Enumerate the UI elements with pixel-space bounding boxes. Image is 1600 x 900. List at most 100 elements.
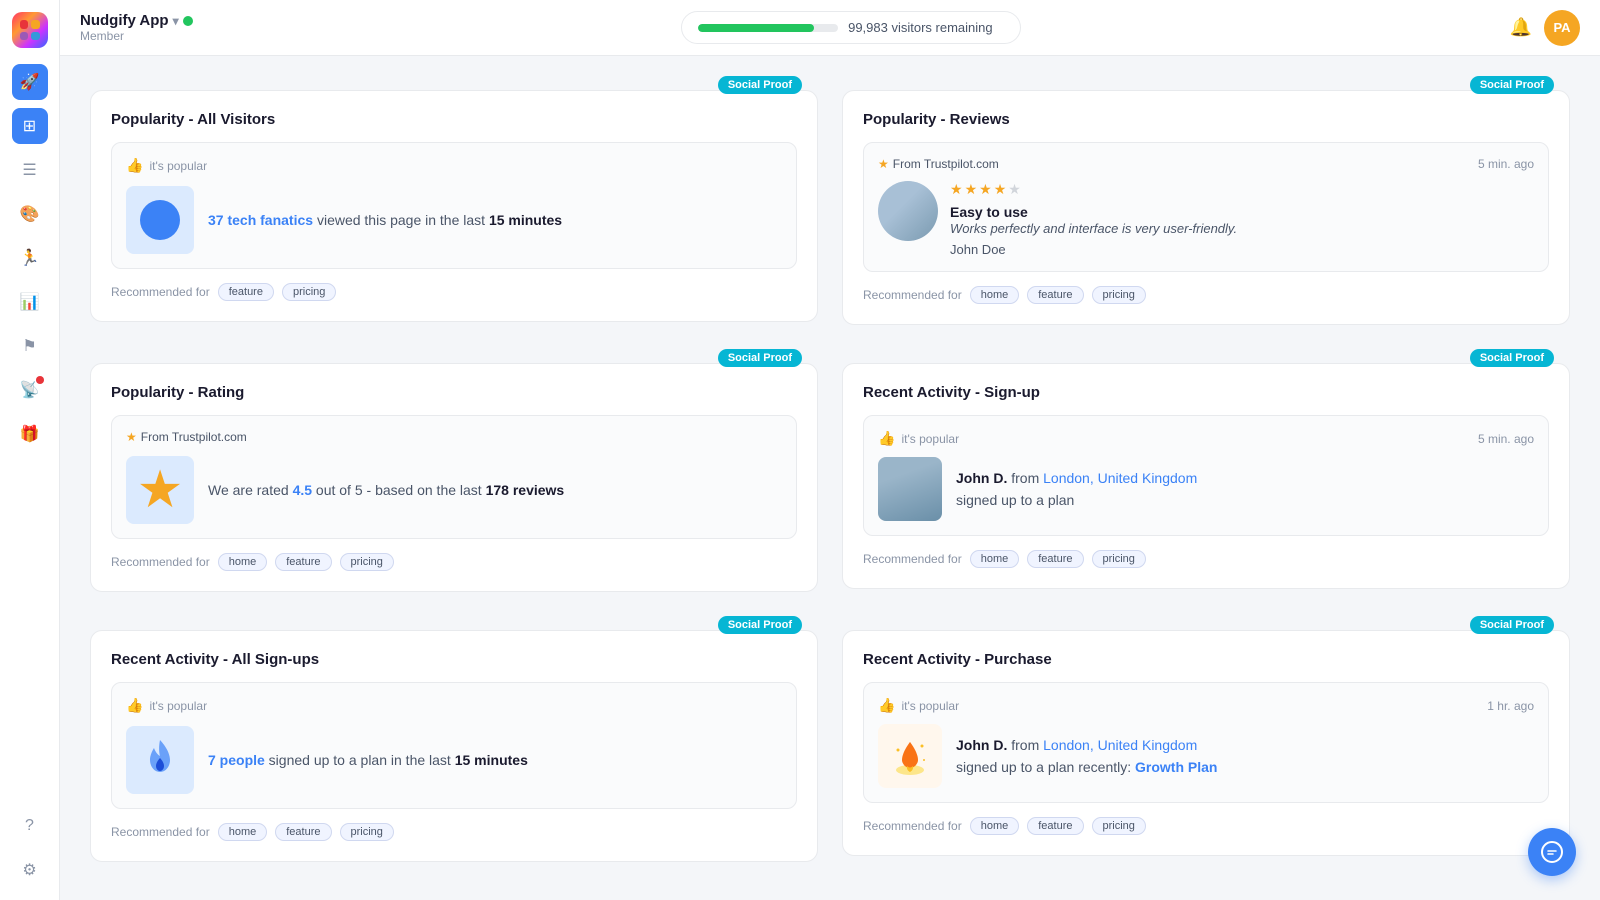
card-wrapper-recent-activity-signup: Social Proof Recent Activity - Sign-up 👍… [842, 349, 1570, 592]
tag-home-3[interactable]: home [218, 553, 268, 571]
rating-reviews-count: 178 reviews [486, 482, 565, 498]
chat-fab[interactable] [1528, 828, 1576, 876]
sidebar-item-help[interactable]: ? [12, 808, 48, 844]
avatar[interactable]: PA [1544, 10, 1580, 46]
tag-pricing-4[interactable]: pricing [1092, 550, 1146, 568]
popular-label-6: it's popular [901, 699, 959, 713]
recommended-label-2: Recommended for [863, 288, 962, 302]
trustpilot-text: From Trustpilot.com [893, 157, 999, 171]
tag-feature-4[interactable]: feature [1027, 550, 1083, 568]
sidebar-item-chart[interactable]: 📊 [12, 284, 48, 320]
action-6: signed up to a plan recently: [956, 759, 1135, 775]
card-preview-1: 👍 it's popular 37 tech fanat [111, 142, 797, 269]
visitor-progress-fill [698, 24, 814, 32]
rating-highlight: 4.5 [293, 482, 312, 498]
app-name-text: Nudgify App [80, 12, 169, 29]
review-body: ★ ★ ★ ★ ★ Easy to use Works perfectly an… [878, 181, 1534, 257]
card-title-3: Popularity - Rating [111, 384, 797, 401]
sidebar-item-broadcast[interactable]: 📡 [12, 372, 48, 408]
sidebar-item-widget[interactable]: ⊞ [12, 108, 48, 144]
activity-popular-row-6: 👍 it's popular [878, 697, 959, 714]
tag-pricing-1[interactable]: pricing [282, 283, 336, 301]
star-3: ★ [979, 181, 992, 198]
cards-grid: Social Proof Popularity - All Visitors 👍… [90, 76, 1570, 862]
app-name-row: Nudgify App ▾ [80, 12, 193, 29]
recommended-label-6: Recommended for [863, 819, 962, 833]
star-5: ★ [1008, 181, 1021, 198]
preview-header-1: 👍 it's popular [126, 157, 782, 174]
app-title-col: Nudgify App ▾ Member [80, 12, 193, 43]
reviewer-name: John Doe [950, 242, 1237, 257]
sidebar-item-settings[interactable]: ⚙ [12, 852, 48, 888]
sidebar-item-palette[interactable]: 🎨 [12, 196, 48, 232]
sidebar-item-rocket[interactable]: 🚀 [12, 64, 48, 100]
trustpilot-label: ★ From Trustpilot.com [878, 157, 999, 171]
thumbs-up-icon-6: 👍 [878, 697, 895, 714]
activity-popular-row: 👍 it's popular [878, 430, 959, 447]
tag-home-5[interactable]: home [218, 823, 268, 841]
person-avatar-image-4 [878, 457, 942, 521]
tag-home-4[interactable]: home [970, 550, 1020, 568]
activity-header-4: 👍 it's popular 5 min. ago [878, 430, 1534, 447]
tag-home-6[interactable]: home [970, 817, 1020, 835]
reviewer-avatar-image [878, 181, 938, 241]
preview-body-3: ★ We are rated 4.5 out of 5 - based on t… [126, 456, 782, 524]
tag-pricing-3[interactable]: pricing [340, 553, 394, 571]
card-title-5: Recent Activity - All Sign-ups [111, 651, 797, 668]
action-4: signed up to a plan [956, 492, 1074, 508]
tag-pricing-6[interactable]: pricing [1092, 817, 1146, 835]
preview-image-1 [126, 186, 194, 254]
tag-pricing-2[interactable]: pricing [1092, 286, 1146, 304]
card-popularity-all-visitors: Popularity - All Visitors 👍 it's popular [90, 90, 818, 322]
sidebar-item-flag[interactable]: ⚑ [12, 328, 48, 364]
visitor-bar-wrapper: 99,983 visitors remaining [681, 11, 1021, 44]
bell-icon[interactable]: 🔔 [1510, 17, 1532, 38]
tag-feature-1[interactable]: feature [218, 283, 274, 301]
card-purchase: Recent Activity - Purchase 👍 it's popula… [842, 630, 1570, 856]
stars-row: ★ ★ ★ ★ ★ [950, 181, 1237, 198]
visitors-text2: viewed this page in the last [313, 212, 489, 228]
card-wrapper-purchase: Social Proof Recent Activity - Purchase … [842, 616, 1570, 862]
tag-feature-5[interactable]: feature [275, 823, 331, 841]
sidebar-item-person[interactable]: 🏃 [12, 240, 48, 276]
preview-text-5: 7 people signed up to a plan in the last… [208, 750, 528, 771]
preview-header-3: ★ From Trustpilot.com [126, 430, 782, 444]
card-preview-2: ★ From Trustpilot.com 5 min. ago [863, 142, 1549, 272]
recommended-row-6: Recommended for home feature pricing [863, 817, 1549, 835]
card-recent-activity-signup: Recent Activity - Sign-up 👍 it's popular… [842, 363, 1570, 589]
topbar-right: 🔔 PA [1510, 10, 1580, 46]
tag-feature-3[interactable]: feature [275, 553, 331, 571]
app-sub-label: Member [80, 29, 193, 43]
app-logo[interactable] [12, 12, 48, 48]
social-proof-badge-3: Social Proof [718, 349, 802, 367]
review-header: ★ From Trustpilot.com 5 min. ago [878, 157, 1534, 171]
sidebar-item-gift[interactable]: 🎁 [12, 416, 48, 452]
trustpilot-label-3: ★ From Trustpilot.com [126, 430, 247, 444]
sidebar-item-list[interactable]: ☰ [12, 152, 48, 188]
tag-pricing-5[interactable]: pricing [340, 823, 394, 841]
thumbs-up-icon-1: 👍 [126, 157, 143, 174]
rating-text: We are rated 4.5 out of 5 - based on the… [208, 479, 564, 501]
star-2: ★ [965, 181, 978, 198]
blue-circle-icon [138, 198, 182, 242]
plan-name-6: Growth Plan [1135, 759, 1217, 775]
preview-body-1: 37 tech fanatics viewed this page in the… [126, 186, 782, 254]
preview-body-5: 7 people signed up to a plan in the last… [126, 726, 782, 794]
signups-time: 15 minutes [455, 752, 528, 768]
tag-feature-2[interactable]: feature [1027, 286, 1083, 304]
chevron-down-icon[interactable]: ▾ [173, 14, 179, 28]
tag-home-2[interactable]: home [970, 286, 1020, 304]
card-title-6: Recent Activity - Purchase [863, 651, 1549, 668]
review-time: 5 min. ago [1478, 157, 1534, 171]
card-all-signups: Recent Activity - All Sign-ups 👍 it's po… [90, 630, 818, 862]
big-star-icon: ★ [137, 460, 184, 520]
activity-text-6: John D. from London, United Kingdom sign… [956, 734, 1217, 779]
card-title-4: Recent Activity - Sign-up [863, 384, 1549, 401]
star-4: ★ [994, 181, 1007, 198]
recommended-label-1: Recommended for [111, 285, 210, 299]
recommended-label-5: Recommended for [111, 825, 210, 839]
recommended-row-1: Recommended for feature pricing [111, 283, 797, 301]
tag-feature-6[interactable]: feature [1027, 817, 1083, 835]
card-wrapper-popularity-reviews: Social Proof Popularity - Reviews ★ From… [842, 76, 1570, 325]
visitor-progress-bar [698, 24, 838, 32]
